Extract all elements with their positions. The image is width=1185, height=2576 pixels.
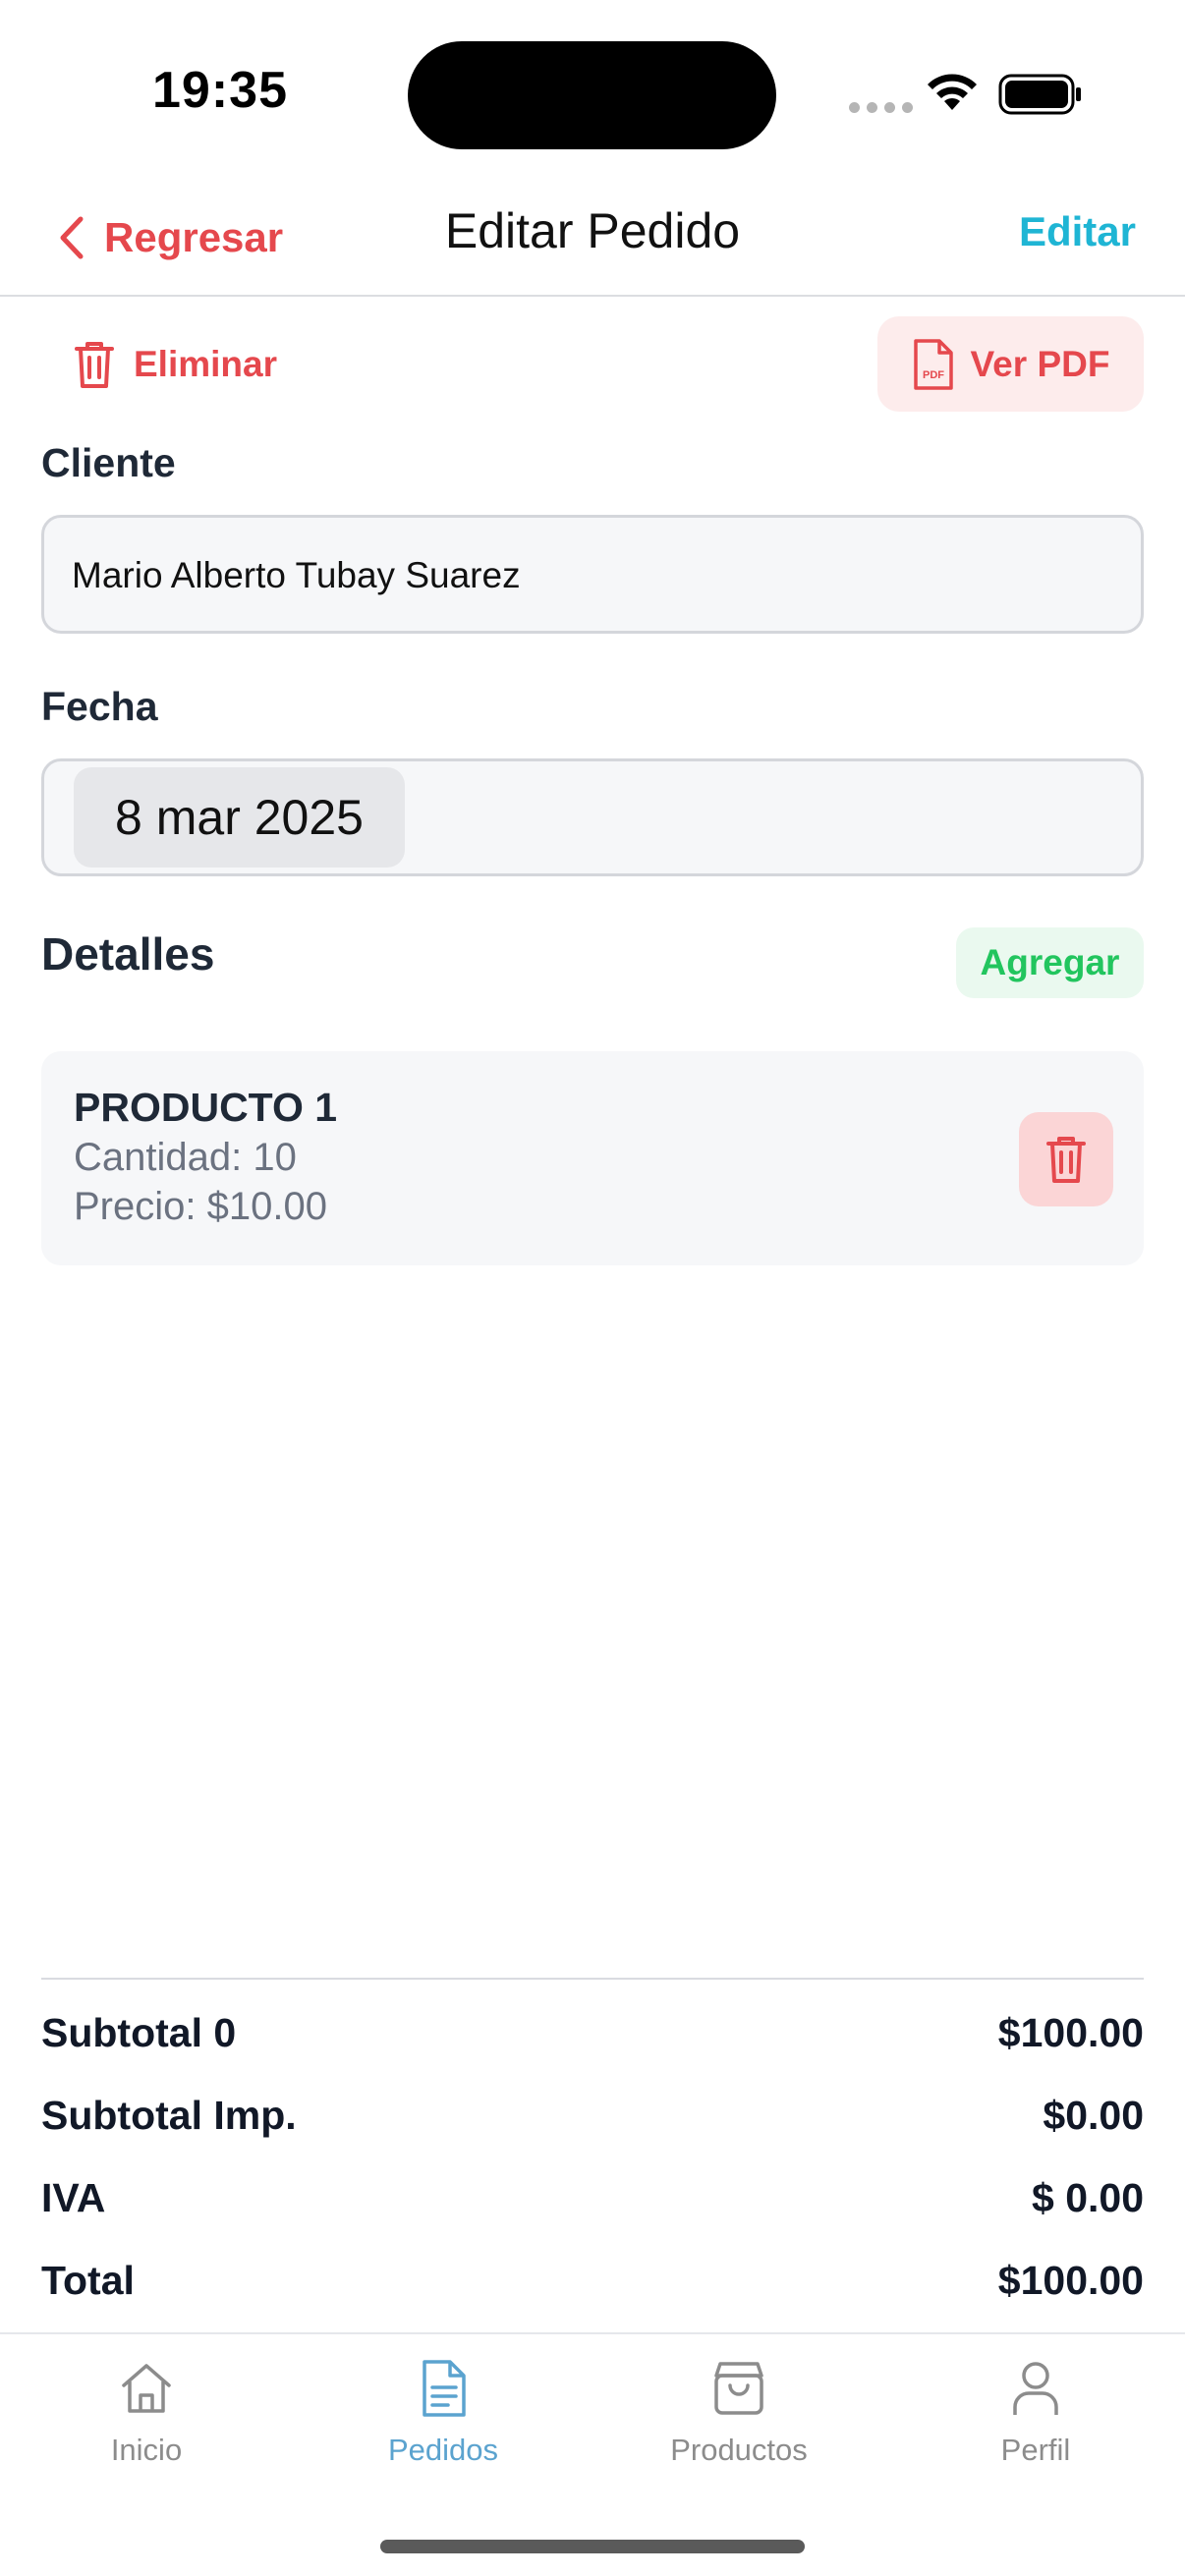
item-quantity: Cantidad: 10 — [74, 1136, 297, 1179]
view-pdf-button[interactable]: PDF Ver PDF — [877, 316, 1144, 412]
tab-label: Pedidos — [387, 2433, 499, 2467]
cellular-signal-icon — [849, 102, 913, 113]
trash-icon — [75, 342, 114, 388]
tab-inicio[interactable]: Inicio — [28, 2358, 264, 2476]
shopping-bag-icon — [714, 2362, 763, 2415]
list-item: PRODUCTO 1 Cantidad: 10 Precio: $10.00 — [41, 1051, 1144, 1265]
totals-value: $ 0.00 — [1032, 2174, 1144, 2220]
dynamic-island — [408, 41, 776, 149]
home-icon — [122, 2364, 171, 2413]
wifi-icon — [928, 74, 977, 110]
tab-perfil[interactable]: Perfil — [918, 2358, 1154, 2476]
delete-item-button[interactable] — [1019, 1112, 1113, 1206]
edit-button[interactable]: Editar — [1019, 208, 1136, 255]
client-field[interactable]: Mario Alberto Tubay Suarez — [41, 515, 1144, 634]
totals-label: Total — [41, 2257, 135, 2303]
totals-label: Subtotal Imp. — [41, 2092, 297, 2138]
date-picker-button[interactable]: 8 mar 2025 — [74, 767, 405, 868]
client-value: Mario Alberto Tubay Suarez — [72, 555, 521, 595]
pdf-label: Ver PDF — [970, 343, 1110, 384]
totals-value: $100.00 — [997, 2009, 1144, 2055]
delete-label: Eliminar — [134, 344, 277, 384]
details-title: Detalles — [41, 928, 215, 980]
totals-row: Subtotal 0 $100.00 — [41, 2003, 1144, 2062]
pdf-file-icon: PDF — [913, 338, 953, 390]
client-label: Cliente — [41, 440, 176, 485]
totals-divider — [41, 1978, 1144, 1980]
totals-value: $100.00 — [997, 2257, 1144, 2303]
status-time: 19:35 — [152, 62, 288, 119]
totals-value: $0.00 — [1043, 2092, 1144, 2138]
totals-row: Subtotal Imp. $0.00 — [41, 2086, 1144, 2145]
trash-icon — [1046, 1137, 1086, 1183]
user-icon — [1013, 2362, 1058, 2415]
date-label: Fecha — [41, 684, 158, 729]
totals-label: Subtotal 0 — [41, 2009, 237, 2055]
status-bar: 19:35 — [0, 0, 1185, 187]
tab-label: Inicio — [110, 2433, 183, 2467]
tab-label: Perfil — [1000, 2433, 1071, 2467]
tab-label: Productos — [670, 2433, 808, 2467]
tab-pedidos[interactable]: Pedidos — [325, 2358, 561, 2476]
battery-icon — [998, 74, 1081, 115]
totals-label: IVA — [41, 2174, 106, 2220]
tab-productos[interactable]: Productos — [621, 2358, 857, 2476]
page-title: Editar Pedido — [444, 203, 741, 258]
home-indicator — [380, 2540, 805, 2553]
delete-order-button[interactable]: Eliminar — [73, 334, 277, 395]
totals-row: Total $100.00 — [41, 2251, 1144, 2310]
item-price: Precio: $10.00 — [74, 1185, 327, 1228]
document-icon — [423, 2360, 466, 2417]
item-name: PRODUCTO 1 — [74, 1085, 338, 1130]
svg-text:PDF: PDF — [923, 369, 944, 381]
add-item-button[interactable]: Agregar — [956, 927, 1144, 998]
totals-row: IVA $ 0.00 — [41, 2168, 1144, 2227]
navigation-header: Regresar Editar Pedido Editar — [0, 187, 1185, 297]
date-field: 8 mar 2025 — [41, 758, 1144, 876]
